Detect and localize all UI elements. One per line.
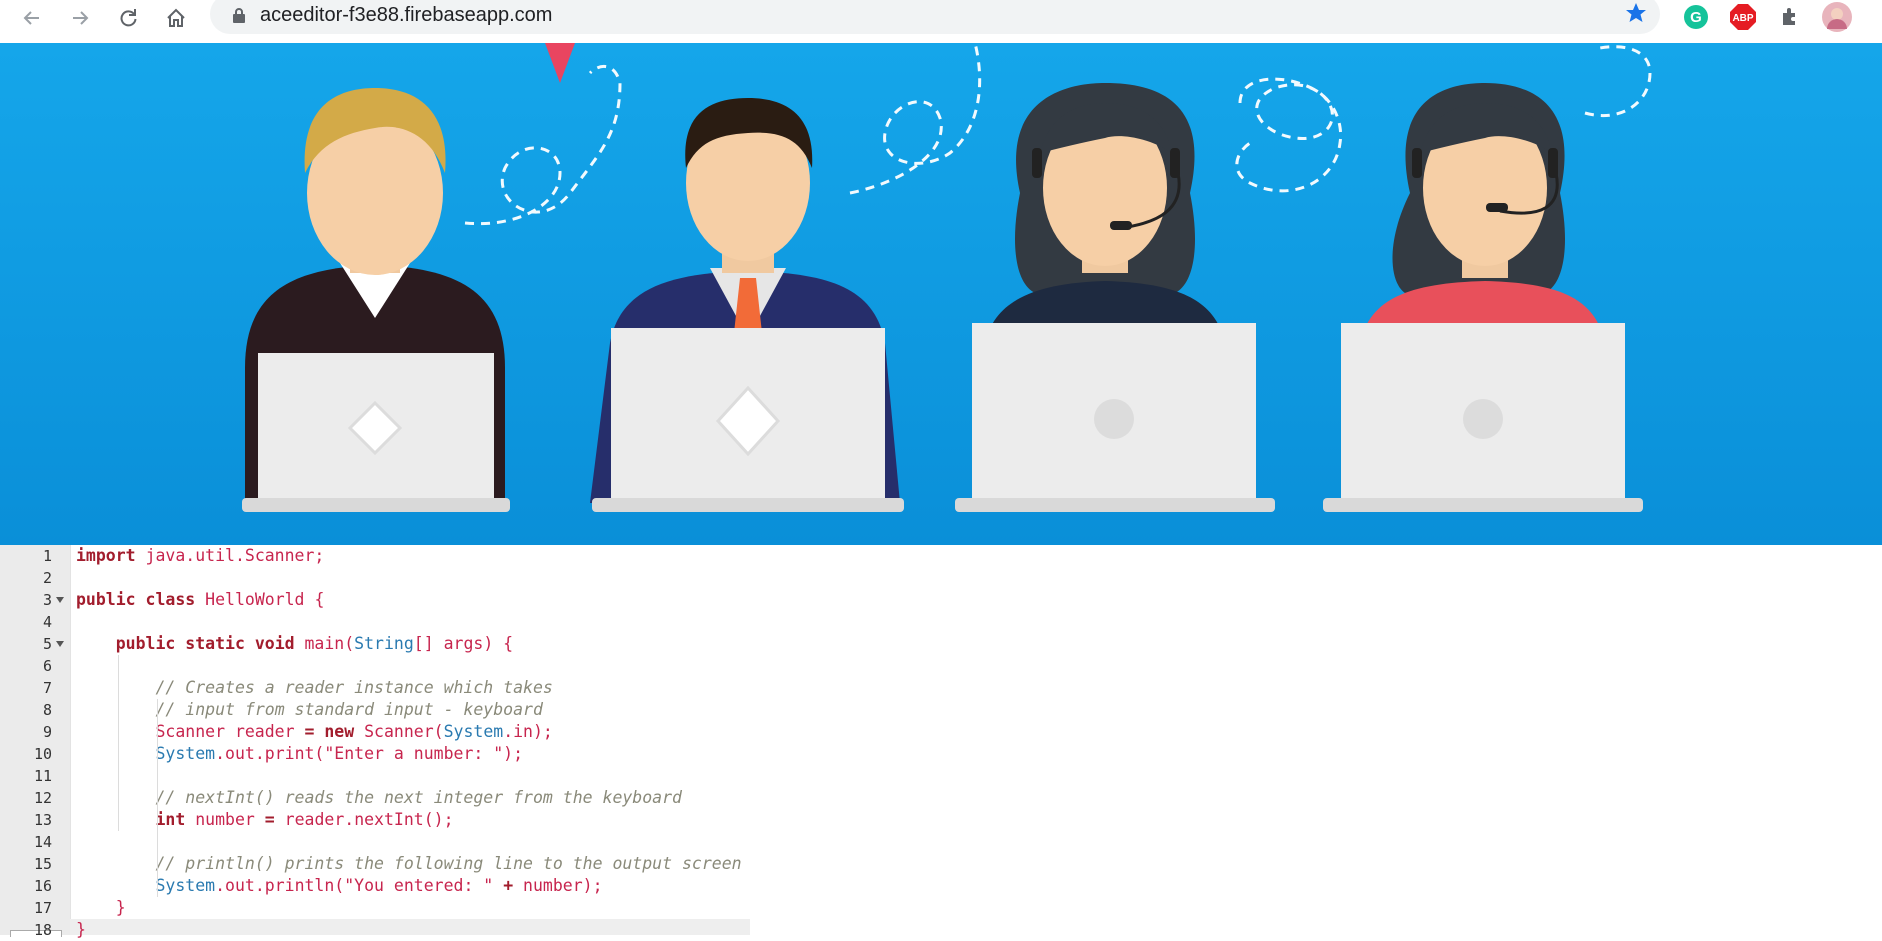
code-token: Scanner reader — [76, 722, 305, 741]
code-token: // nextInt() reads the next integer from… — [155, 788, 682, 807]
url-text[interactable]: aceeditor-f3e88.firebaseapp.com — [260, 4, 552, 27]
code-line[interactable]: import java.util.Scanner; — [76, 545, 324, 567]
home-icon[interactable] — [160, 2, 192, 34]
code-line[interactable]: // println() prints the following line t… — [76, 853, 742, 875]
code-line[interactable]: // nextInt() reads the next integer from… — [76, 787, 682, 809]
fold-toggle-icon[interactable] — [56, 597, 64, 603]
reload-icon[interactable] — [112, 2, 144, 34]
line-number: 5 — [42, 635, 52, 653]
code-token: .out.print("Enter a number: "); — [215, 744, 524, 763]
adblock-plus-icon[interactable]: ABP — [1728, 2, 1758, 32]
forward-arrow-icon[interactable] — [64, 2, 96, 34]
extensions-puzzle-icon[interactable] — [1776, 2, 1806, 32]
line-number: 14 — [33, 833, 52, 851]
line-number: 18 — [33, 921, 52, 939]
code-line[interactable]: public static void main(String[] args) { — [76, 633, 513, 655]
code-line[interactable]: } — [76, 897, 126, 919]
profile-avatar[interactable] — [1822, 2, 1852, 32]
code-token: int — [155, 810, 186, 829]
code-token: System — [443, 722, 504, 741]
line-number: 12 — [33, 789, 52, 807]
line-number: 7 — [42, 679, 52, 697]
indent-guide — [157, 699, 158, 897]
code-token: public static void — [115, 634, 295, 653]
code-line[interactable]: // input from standard input - keyboard — [76, 699, 543, 721]
code-token: = — [264, 810, 275, 829]
code-token: new — [324, 722, 355, 741]
line-number: 17 — [33, 899, 52, 917]
line-number: 1 — [42, 547, 52, 565]
code-token: number — [185, 810, 265, 829]
code-token: } — [76, 920, 86, 939]
code-token: number); — [513, 876, 603, 895]
svg-text:G: G — [1690, 9, 1702, 26]
code-token: System — [155, 876, 216, 895]
code-line[interactable]: int number = reader.nextInt(); — [76, 809, 454, 831]
star-icon[interactable] — [1624, 1, 1648, 30]
svg-text:ABP: ABP — [1732, 13, 1753, 24]
line-number: 8 — [42, 701, 52, 719]
address-bar[interactable]: aceeditor-f3e88.firebaseapp.com — [210, 0, 1660, 34]
code-line[interactable]: System.out.println("You entered: " + num… — [76, 875, 603, 897]
code-token: [] args) { — [413, 634, 514, 653]
active-line-highlight — [70, 919, 750, 935]
browser-toolbar: aceeditor-f3e88.firebaseapp.com G ABP — [0, 0, 1882, 43]
grammarly-icon[interactable]: G — [1681, 2, 1711, 32]
line-number: 2 — [42, 569, 52, 587]
line-number: 9 — [42, 723, 52, 741]
code-token: import — [76, 546, 136, 565]
code-token: public class — [76, 590, 196, 609]
back-arrow-icon[interactable] — [16, 2, 48, 34]
line-number: 16 — [33, 877, 52, 895]
code-token: .out.println("You entered: " — [215, 876, 504, 895]
code-token: Scanner( — [354, 722, 444, 741]
line-number: 6 — [42, 657, 52, 675]
code-token: = — [304, 722, 315, 741]
code-token: .in); — [503, 722, 553, 741]
code-line[interactable]: } — [76, 919, 86, 941]
code-token: // input from standard input - keyboard — [155, 700, 543, 719]
line-number: 10 — [33, 745, 52, 763]
code-token: + — [503, 876, 514, 895]
code-token: String — [354, 634, 414, 653]
indent-guide — [118, 655, 119, 831]
code-token: { — [314, 590, 325, 609]
code-editor[interactable]: import java.util.Scanner; public class He… — [0, 545, 1882, 939]
line-number: 4 — [42, 613, 52, 631]
code-token: // Creates a reader instance which takes — [155, 678, 553, 697]
lock-icon[interactable] — [232, 7, 246, 28]
code-line[interactable]: public class HelloWorld { — [76, 589, 324, 611]
line-number: 3 — [42, 591, 52, 609]
code-token: java.util.Scanner; — [135, 546, 325, 565]
line-number: 13 — [33, 811, 52, 829]
code-line[interactable]: Scanner reader = new Scanner(System.in); — [76, 721, 553, 743]
code-token: main( — [294, 634, 355, 653]
code-token: } — [76, 898, 126, 917]
fold-toggle-icon[interactable] — [56, 641, 64, 647]
code-token: System — [155, 744, 216, 763]
line-number: 15 — [33, 855, 52, 873]
code-line[interactable]: // Creates a reader instance which takes — [76, 677, 553, 699]
line-number: 11 — [33, 767, 52, 785]
hero-banner — [0, 43, 1882, 545]
code-token: HelloWorld — [195, 590, 315, 609]
code-line[interactable]: System.out.print("Enter a number: "); — [76, 743, 523, 765]
code-token: // println() prints the following line t… — [155, 854, 742, 873]
customer-support-illustration — [0, 43, 1882, 545]
code-token: reader.nextInt(); — [274, 810, 454, 829]
